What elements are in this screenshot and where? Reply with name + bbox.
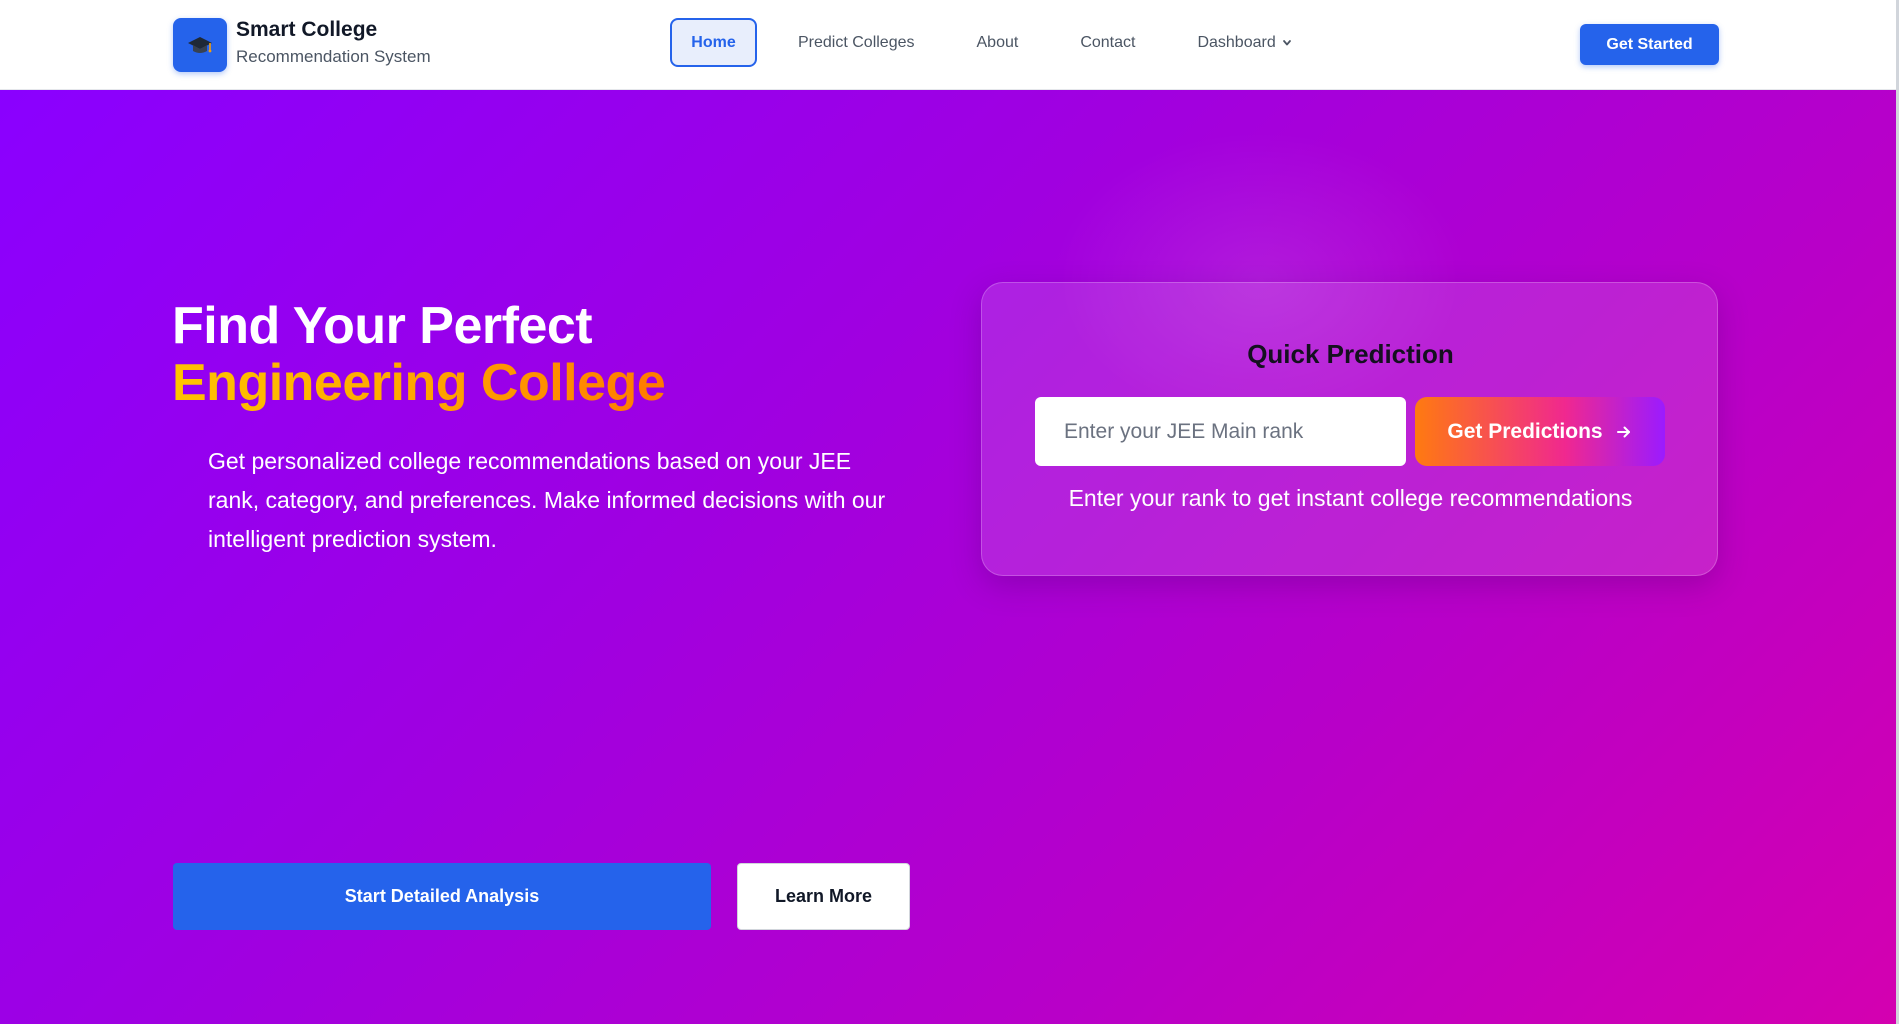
brand-title[interactable]: Smart College [236, 18, 377, 42]
get-started-button[interactable]: Get Started [1580, 24, 1719, 65]
top-navbar: Smart College Recommendation System Home… [0, 0, 1899, 90]
quick-prediction-card: Quick Prediction Get Predictions Enter y… [981, 282, 1718, 576]
nav-dashboard[interactable]: Dashboard [1197, 18, 1291, 67]
main-nav: Home Predict Colleges About Contact Dash… [670, 18, 1292, 67]
jee-rank-input[interactable] [1035, 397, 1406, 466]
hero-description: Get personalized college recommendations… [208, 448, 886, 552]
brand-subtitle: Recommendation System [236, 47, 431, 66]
start-detailed-analysis-button[interactable]: Start Detailed Analysis [173, 863, 711, 930]
logo[interactable] [173, 18, 227, 72]
get-predictions-label: Get Predictions [1447, 419, 1603, 443]
hero-section: Find Your Perfect Engineering College Ge… [0, 90, 1899, 1024]
get-predictions-button[interactable]: Get Predictions [1415, 397, 1665, 466]
graduation-cap-icon [188, 37, 212, 53]
quick-prediction-title: Quick Prediction [1247, 339, 1454, 369]
arrow-right-icon [1615, 423, 1633, 441]
nav-predict-colleges[interactable]: Predict Colleges [798, 18, 915, 67]
nav-dashboard-label: Dashboard [1197, 33, 1276, 51]
nav-contact[interactable]: Contact [1080, 18, 1135, 67]
learn-more-button[interactable]: Learn More [737, 863, 910, 930]
nav-about[interactable]: About [977, 18, 1019, 67]
hero-title-line1: Find Your Perfect [172, 297, 593, 355]
chevron-down-icon [1282, 39, 1291, 45]
quick-prediction-help: Enter your rank to get instant college r… [1068, 485, 1633, 511]
nav-home[interactable]: Home [670, 18, 757, 67]
hero-title-highlight: Engineering College [172, 354, 666, 412]
hero-title: Find Your Perfect Engineering College [172, 297, 666, 412]
